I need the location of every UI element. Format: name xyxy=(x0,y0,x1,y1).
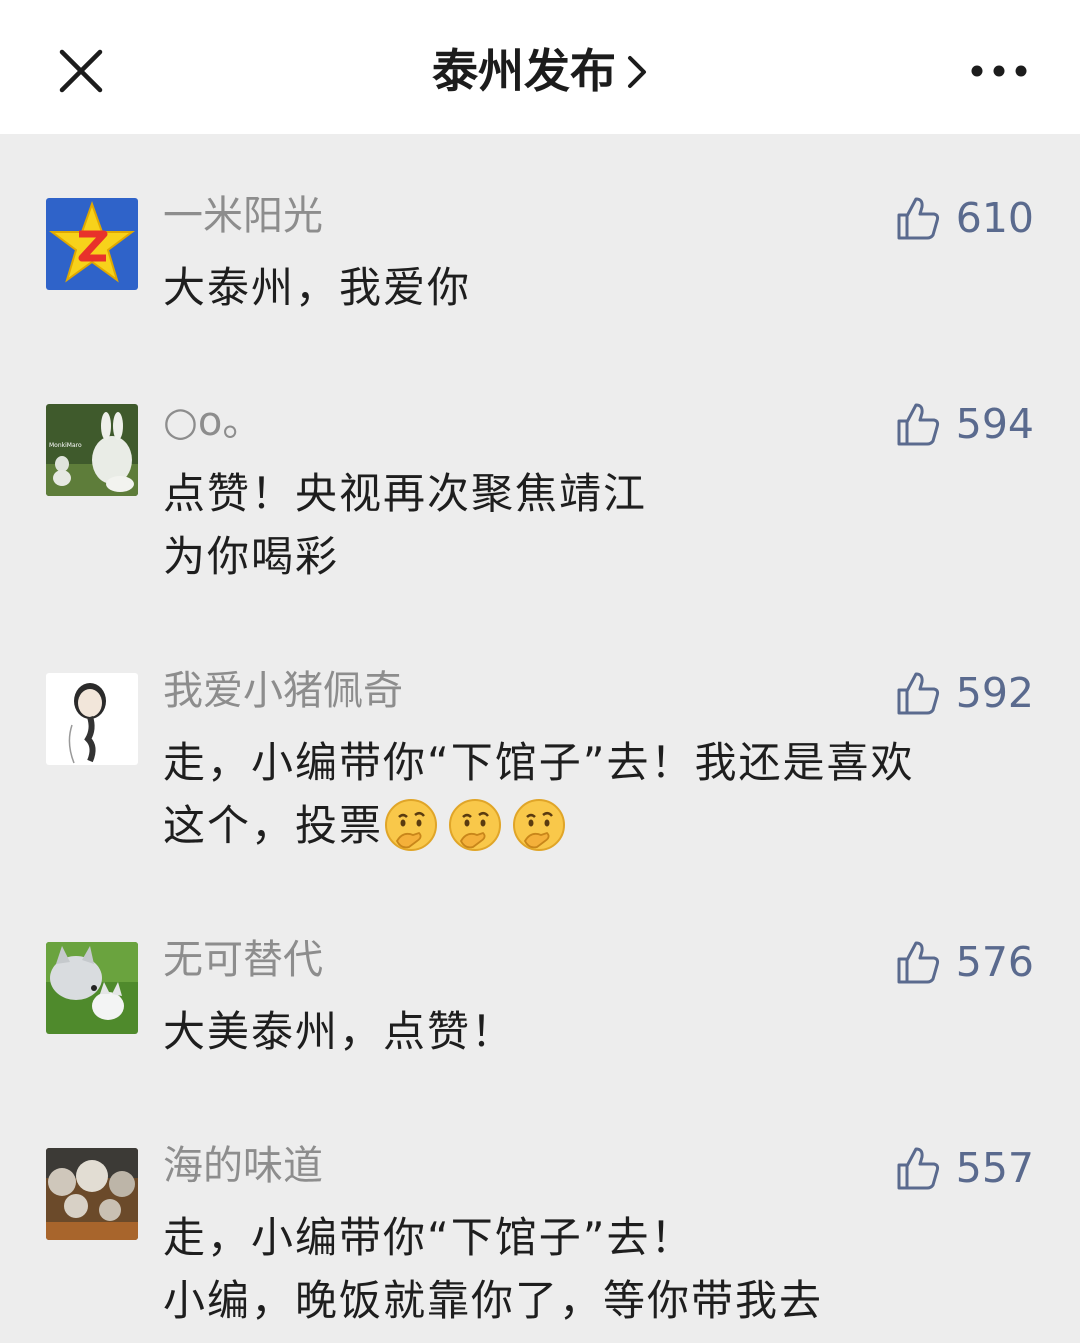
comment-line: 走，小编带你“下馆子”去！我还是喜欢 xyxy=(163,738,915,787)
avatar[interactable]: MonkiMaro xyxy=(46,404,138,496)
like-button[interactable]: 594 xyxy=(896,396,1034,452)
page-title: 泰州发布 xyxy=(432,44,616,98)
username[interactable]: 我爱小猪佩奇 xyxy=(163,663,403,719)
username[interactable]: 无可替代 xyxy=(163,932,323,988)
thumbs-up-icon xyxy=(897,1147,939,1190)
username[interactable]: 一米阳光 xyxy=(163,188,323,244)
like-count: 594 xyxy=(955,400,1034,448)
like-button[interactable]: 592 xyxy=(896,665,1034,721)
avatar[interactable] xyxy=(46,673,138,765)
coral-avatar xyxy=(46,1148,138,1240)
comment-line: 为你喝彩 xyxy=(163,532,340,581)
avatar[interactable] xyxy=(46,198,138,290)
avatar[interactable] xyxy=(46,1148,138,1240)
thumbs-up-icon xyxy=(897,197,939,240)
like-count: 610 xyxy=(955,194,1034,242)
username[interactable]: ○o。 xyxy=(163,394,262,450)
comment-line: 大泰州，我爱你 xyxy=(163,263,472,312)
comment-text: 大泰州，我爱你 xyxy=(163,256,1023,319)
comment-text: 走，小编带你“下馆子”去！我还是喜欢 这个，投票 xyxy=(163,731,1023,857)
comment-text: 点赞！央视再次聚焦靖江 为你喝彩 xyxy=(163,462,1023,588)
more-dots-icon xyxy=(971,65,1027,77)
comment-line: 这个，投票 xyxy=(163,801,384,850)
chevron-right-icon xyxy=(628,55,646,88)
username[interactable]: 海的味道 xyxy=(163,1138,323,1194)
comment-line: 小编，晚饭就靠你了，等你带我去 xyxy=(163,1276,824,1325)
like-count: 592 xyxy=(955,669,1034,717)
like-count: 576 xyxy=(955,938,1034,986)
star-z-avatar xyxy=(46,198,138,290)
avatar[interactable] xyxy=(46,942,138,1034)
thumbs-up-icon xyxy=(897,403,939,446)
comment-line: 点赞！央视再次聚焦靖江 xyxy=(163,469,648,518)
comment-text: 大美泰州，点赞！ xyxy=(163,1000,1023,1063)
thinking-face-emoji xyxy=(449,798,502,851)
thumbs-up-icon xyxy=(897,941,939,984)
like-button[interactable]: 576 xyxy=(896,934,1034,990)
like-button[interactable]: 610 xyxy=(896,190,1034,246)
comment-text: 走，小编带你“下馆子”去！ 小编，晚饭就靠你了，等你带我去 xyxy=(163,1206,1023,1332)
thinking-face-emoji xyxy=(385,798,438,851)
rabbit-avatar: MonkiMaro xyxy=(46,404,138,496)
more-button[interactable] xyxy=(968,58,1030,84)
account-title-link[interactable]: 泰州发布 xyxy=(0,36,1080,106)
husky-puppy-avatar xyxy=(46,942,138,1034)
avatar-watermark: MonkiMaro xyxy=(49,442,82,449)
like-count: 557 xyxy=(955,1144,1034,1192)
comment-line: 走，小编带你“下馆子”去！ xyxy=(163,1213,695,1262)
thinking-face-emoji xyxy=(513,798,566,851)
comment-line-with-emoji: 这个，投票 xyxy=(163,794,1023,857)
braid-girl-avatar xyxy=(46,673,138,765)
thumbs-up-icon xyxy=(897,672,939,715)
like-button[interactable]: 557 xyxy=(896,1140,1034,1196)
comment-line: 大美泰州，点赞！ xyxy=(163,1007,516,1056)
top-nav-bar: 泰州发布 xyxy=(0,0,1080,134)
